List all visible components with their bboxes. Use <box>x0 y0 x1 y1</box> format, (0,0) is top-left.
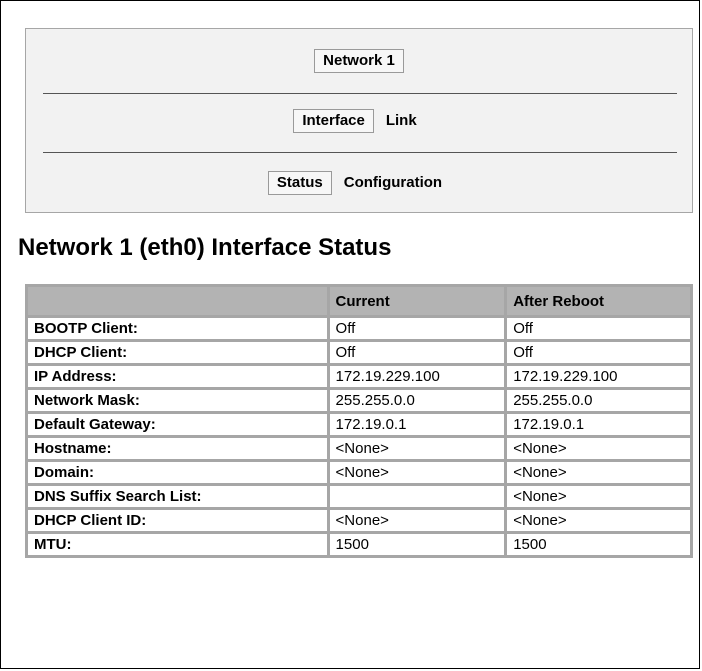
row-label: BOOTP Client: <box>28 318 327 339</box>
row-label: DHCP Client ID: <box>28 510 327 531</box>
row-after-reboot-value: Off <box>507 318 690 339</box>
table-header-current: Current <box>329 287 505 315</box>
row-current-value: 172.19.229.100 <box>329 366 505 387</box>
row-label: DHCP Client: <box>28 342 327 363</box>
row-after-reboot-value: <None> <box>507 438 690 459</box>
row-after-reboot-value: 255.255.0.0 <box>507 390 690 411</box>
status-button[interactable]: Status <box>267 171 332 195</box>
network-1-button[interactable]: Network 1 <box>314 49 404 73</box>
row-current-value: <None> <box>329 438 505 459</box>
nav-divider <box>43 152 677 153</box>
row-current-value: Off <box>329 342 505 363</box>
row-label: MTU: <box>28 534 327 555</box>
row-after-reboot-value: 172.19.0.1 <box>507 414 690 435</box>
table-row: BOOTP Client: Off Off <box>28 318 690 339</box>
page-title: Network 1 (eth0) Interface Status <box>18 234 392 261</box>
row-current-value: Off <box>329 318 505 339</box>
table-row: DNS Suffix Search List: <None> <box>28 486 690 507</box>
network-nav-panel: Network 1 Interface Link Status Configur… <box>25 28 693 213</box>
table-header-after-reboot: After Reboot <box>507 287 690 315</box>
row-label: Network Mask: <box>28 390 327 411</box>
interface-button[interactable]: Interface <box>293 109 374 133</box>
row-after-reboot-value: <None> <box>507 462 690 483</box>
table-row: DHCP Client: Off Off <box>28 342 690 363</box>
interface-status-table: Current After Reboot BOOTP Client: Off O… <box>25 284 693 558</box>
row-current-value: 255.255.0.0 <box>329 390 505 411</box>
row-label: Default Gateway: <box>28 414 327 435</box>
table-row: Network Mask: 255.255.0.0 255.255.0.0 <box>28 390 690 411</box>
nav-row-interface: Interface Link <box>26 109 692 133</box>
row-current-value: <None> <box>329 462 505 483</box>
nav-row-status: Status Configuration <box>26 171 692 195</box>
row-after-reboot-value: 1500 <box>507 534 690 555</box>
row-after-reboot-value: 172.19.229.100 <box>507 366 690 387</box>
table-header-row: Current After Reboot <box>28 287 690 315</box>
row-current-value: 1500 <box>329 534 505 555</box>
table-row: DHCP Client ID: <None> <None> <box>28 510 690 531</box>
table-row: Domain: <None> <None> <box>28 462 690 483</box>
row-label: Domain: <box>28 462 327 483</box>
row-after-reboot-value: Off <box>507 342 690 363</box>
nav-divider <box>43 93 677 94</box>
table-header-label <box>28 287 327 315</box>
row-current-value: <None> <box>329 510 505 531</box>
nav-row-network: Network 1 <box>26 49 692 73</box>
row-current-value <box>329 486 505 507</box>
link-tab[interactable]: Link <box>374 109 425 133</box>
table-row: Hostname: <None> <None> <box>28 438 690 459</box>
row-label: IP Address: <box>28 366 327 387</box>
table-row: Default Gateway: 172.19.0.1 172.19.0.1 <box>28 414 690 435</box>
table-row: IP Address: 172.19.229.100 172.19.229.10… <box>28 366 690 387</box>
row-label: Hostname: <box>28 438 327 459</box>
row-label: DNS Suffix Search List: <box>28 486 327 507</box>
row-after-reboot-value: <None> <box>507 510 690 531</box>
table-row: MTU: 1500 1500 <box>28 534 690 555</box>
row-after-reboot-value: <None> <box>507 486 690 507</box>
row-current-value: 172.19.0.1 <box>329 414 505 435</box>
configuration-tab[interactable]: Configuration <box>332 171 450 195</box>
